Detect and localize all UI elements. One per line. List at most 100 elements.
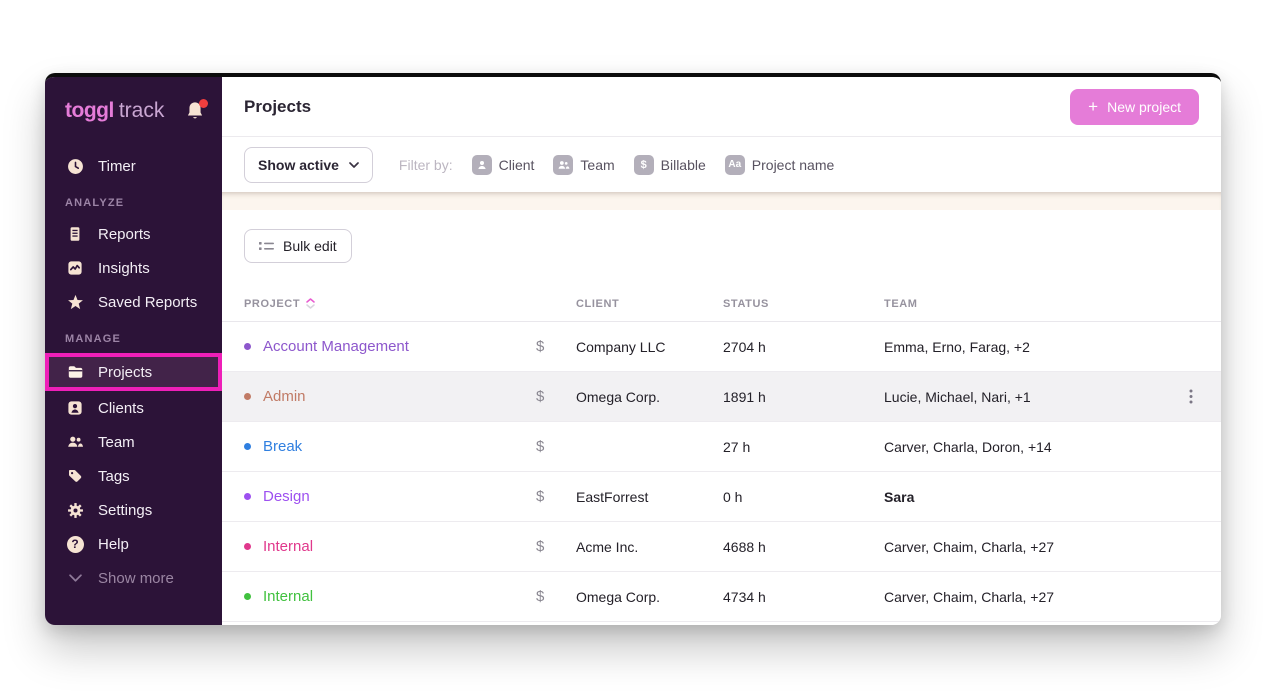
team-cell: Sara — [884, 489, 1177, 505]
sidebar-item-settings[interactable]: Settings — [45, 493, 222, 527]
section-manage: MANAGE — [45, 319, 222, 353]
project-name-link[interactable]: Admin — [263, 388, 306, 405]
table-row[interactable]: Design $ EastForrest 0 h Sara — [222, 472, 1221, 522]
project-name-link[interactable]: Internal — [263, 588, 313, 605]
status-cell: 0 h — [723, 489, 884, 505]
new-project-button[interactable]: + New project — [1070, 89, 1199, 125]
team-cell: Lucie, Michael, Nari, +1 — [884, 389, 1177, 405]
row-menu-kebab-icon[interactable] — [1177, 383, 1205, 411]
sidebar-show-more[interactable]: Show more — [45, 561, 222, 595]
billable-indicator: $ — [536, 488, 576, 505]
sidebar-item-label: Help — [98, 536, 129, 553]
billable-indicator: $ — [536, 538, 576, 555]
project-name-cell: Internal — [244, 588, 536, 605]
sidebar-item-clients[interactable]: Clients — [45, 391, 222, 425]
report-document-icon — [65, 226, 85, 243]
chevron-down-icon — [349, 162, 359, 168]
project-name-cell: Internal — [244, 538, 536, 555]
project-name-cell: Design — [244, 488, 536, 505]
notification-badge — [199, 99, 208, 108]
sidebar-nav: Timer ANALYZE Reports Insights Saved — [45, 149, 222, 595]
team-cell: Carver, Chaim, Charla, +27 — [884, 539, 1177, 555]
filter-chip-label: Billable — [661, 157, 706, 173]
logo-row: toggl track — [45, 77, 222, 141]
project-color-dot — [244, 493, 251, 500]
sidebar-item-help[interactable]: ? Help — [45, 527, 222, 561]
sidebar-item-label: Settings — [98, 502, 152, 519]
toggl-logo[interactable]: toggl — [65, 99, 114, 123]
sidebar-item-team[interactable]: Team — [45, 425, 222, 459]
client-cell: Omega Corp. — [576, 589, 723, 605]
show-active-dropdown[interactable]: Show active — [244, 147, 373, 183]
main-area: Projects + New project Show active Filte… — [222, 77, 1221, 625]
project-name-cell: Account Management — [244, 338, 536, 355]
billable-indicator: $ — [536, 388, 576, 405]
people-icon — [553, 155, 573, 175]
project-name-link[interactable]: Account Management — [263, 338, 409, 355]
billable-indicator: $ — [536, 338, 576, 355]
column-header-client[interactable]: CLIENT — [576, 298, 723, 310]
actions-cell — [1177, 383, 1221, 411]
new-project-label: New project — [1107, 99, 1181, 115]
projects-content: Bulk edit PROJECT CLIENT STATUS TEAM — [222, 210, 1221, 625]
page-header: Projects + New project — [222, 77, 1221, 137]
filter-chip-client[interactable]: Client — [472, 155, 535, 175]
notifications-bell-icon[interactable] — [186, 101, 206, 121]
client-cell: Company LLC — [576, 339, 723, 355]
filter-by-label: Filter by: — [399, 157, 453, 173]
status-cell: 4688 h — [723, 539, 884, 555]
project-name-cell: Break — [244, 438, 536, 455]
column-header-team[interactable]: TEAM — [884, 298, 1177, 310]
filter-chip-project-name[interactable]: Aa Project name — [725, 155, 834, 175]
project-name-link[interactable]: Internal — [263, 538, 313, 555]
sidebar-item-reports[interactable]: Reports — [45, 217, 222, 251]
sidebar-item-label: Team — [98, 434, 135, 451]
project-name-link[interactable]: Break — [263, 438, 302, 455]
status-cell: 4734 h — [723, 589, 884, 605]
client-cell: Omega Corp. — [576, 389, 723, 405]
team-people-icon — [65, 434, 85, 451]
filter-chip-label: Project name — [752, 157, 834, 173]
gear-icon — [65, 502, 85, 519]
project-name-link[interactable]: Design — [263, 488, 310, 505]
column-header-project[interactable]: PROJECT — [244, 298, 536, 310]
dollar-icon: $ — [634, 155, 654, 175]
bulk-edit-list-icon — [259, 240, 274, 252]
plus-icon: + — [1088, 98, 1098, 115]
sidebar-item-label: Reports — [98, 226, 151, 243]
filter-chip-billable[interactable]: $ Billable — [634, 155, 706, 175]
sidebar-item-timer[interactable]: Timer — [45, 149, 222, 183]
sidebar-item-insights[interactable]: Insights — [45, 251, 222, 285]
status-cell: 27 h — [723, 439, 884, 455]
chevron-down-icon — [65, 570, 85, 587]
section-analyze: ANALYZE — [45, 183, 222, 217]
client-cell: Acme Inc. — [576, 539, 723, 555]
tag-icon — [65, 468, 85, 485]
sidebar-item-label: Clients — [98, 400, 144, 417]
table-row[interactable]: Internal $ Acme Inc. 4688 h Carver, Chai… — [222, 522, 1221, 572]
show-active-label: Show active — [258, 157, 339, 173]
table-row[interactable]: Account Management $ Company LLC 2704 h … — [222, 322, 1221, 372]
sidebar-item-saved-reports[interactable]: Saved Reports — [45, 285, 222, 319]
table-row[interactable]: Admin $ Omega Corp. 1891 h Lucie, Michae… — [222, 372, 1221, 422]
filter-chip-label: Team — [580, 157, 614, 173]
insights-chart-icon — [65, 260, 85, 277]
sidebar-item-projects[interactable]: Projects — [45, 353, 222, 391]
column-header-status[interactable]: STATUS — [723, 298, 884, 310]
filter-chip-label: Client — [499, 157, 535, 173]
page-title: Projects — [244, 97, 311, 117]
client-cell: EastForrest — [576, 489, 723, 505]
person-icon — [472, 155, 492, 175]
team-cell: Emma, Erno, Farag, +2 — [884, 339, 1177, 355]
bulk-edit-button[interactable]: Bulk edit — [244, 229, 352, 263]
project-color-dot — [244, 443, 251, 450]
table-row[interactable]: Break $ 27 h Carver, Charla, Doron, +14 — [222, 422, 1221, 472]
client-person-icon — [65, 400, 85, 417]
table-row[interactable]: Internal $ Omega Corp. 4734 h Carver, Ch… — [222, 572, 1221, 622]
project-color-dot — [244, 593, 251, 600]
filter-chip-team[interactable]: Team — [553, 155, 614, 175]
sidebar-item-label: Saved Reports — [98, 294, 197, 311]
status-cell: 1891 h — [723, 389, 884, 405]
bulk-edit-label: Bulk edit — [283, 238, 337, 254]
sidebar-item-tags[interactable]: Tags — [45, 459, 222, 493]
